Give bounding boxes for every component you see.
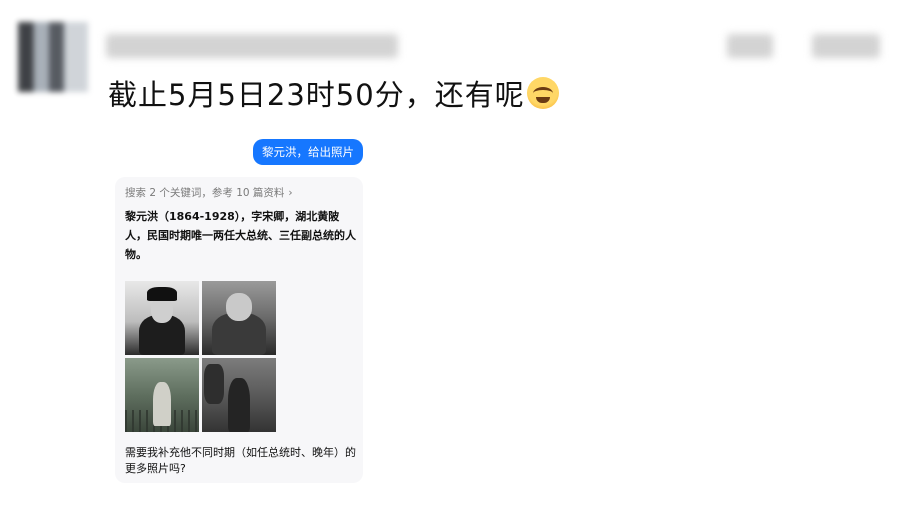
answer-paragraph: 黎元洪（1864-1928），字宋卿，湖北黄陂人，民国时期唯一两任大总统、三任副… — [125, 210, 356, 261]
portrait-photo[interactable] — [202, 358, 276, 432]
avatar[interactable] — [18, 22, 88, 92]
photo-grid — [125, 281, 277, 433]
blurred-username — [106, 34, 398, 58]
blurred-meta — [812, 34, 880, 58]
user-message-bubble: 黎元洪，给出照片 — [253, 139, 363, 165]
post-text: 截止5月5日23时50分，还有呢 — [108, 72, 559, 114]
search-summary-link[interactable]: 搜索 2 个关键词，参考 10 篇资料 › — [125, 185, 293, 200]
post-header: 截止5月5日23时50分，还有呢 — [0, 0, 900, 120]
followup-question: 需要我补充他不同时期（如任总统时、晚年）的更多照片吗? — [125, 446, 356, 475]
crying-laughing-face-icon — [526, 77, 559, 109]
portrait-photo[interactable] — [125, 281, 199, 355]
search-summary-text: 搜索 2 个关键词，参考 10 篇资料 — [125, 187, 285, 199]
chevron-right-icon: › — [288, 187, 293, 199]
post-text-content: 截止5月5日23时50分，还有呢 — [108, 78, 525, 112]
blurred-meta — [727, 34, 773, 58]
portrait-photo[interactable] — [125, 358, 199, 432]
ai-response-card: 搜索 2 个关键词，参考 10 篇资料 › 黎元洪（1864-1928），字宋卿，… — [115, 177, 363, 483]
portrait-photo[interactable] — [202, 281, 276, 355]
